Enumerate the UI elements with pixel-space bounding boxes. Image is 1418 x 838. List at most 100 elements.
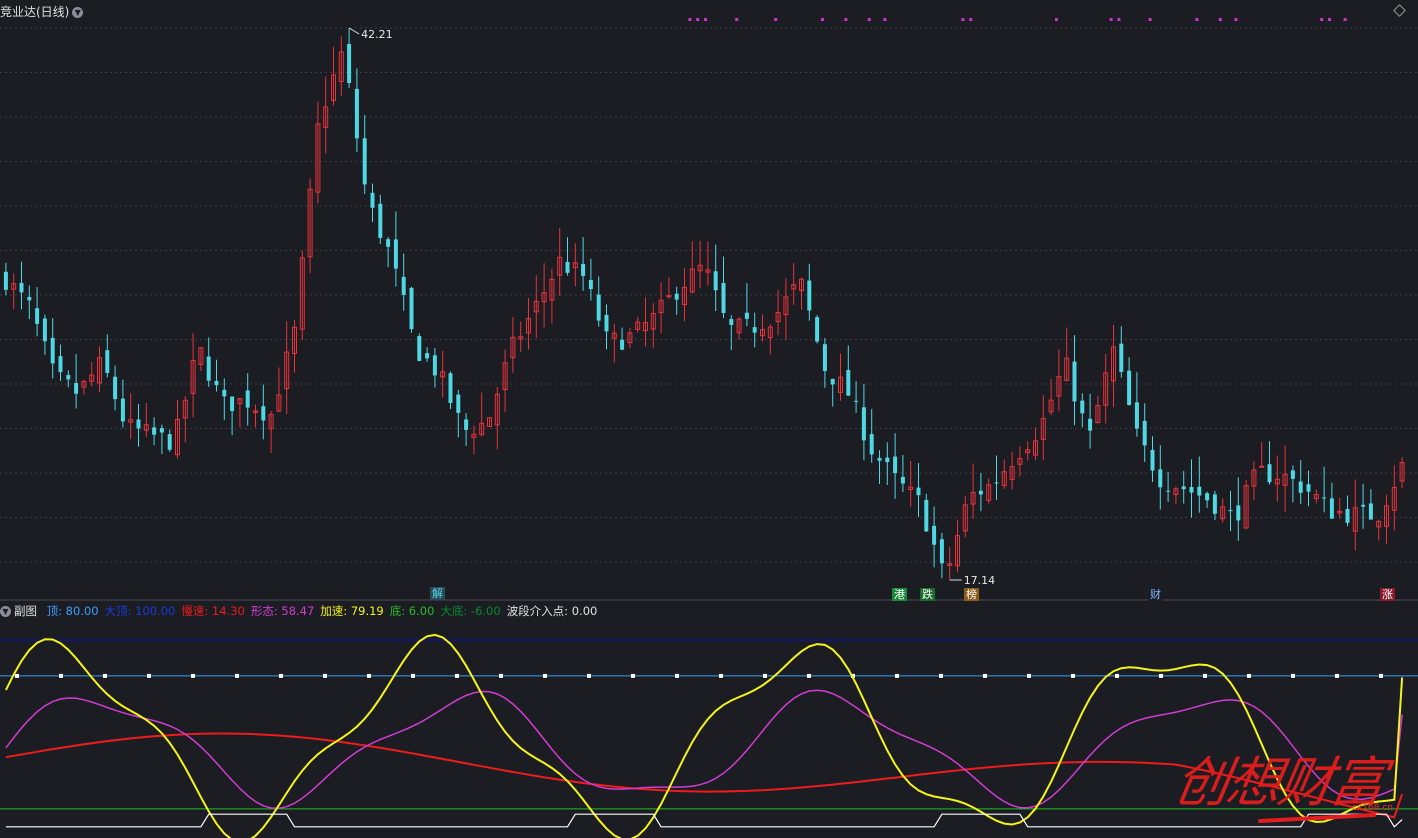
candle-body-down (42, 318, 47, 342)
top-line-dot (411, 673, 415, 678)
candle-body-down (861, 407, 866, 441)
chevron-down-icon[interactable]: ▼ (72, 7, 84, 18)
signal-marker (867, 18, 871, 21)
legend-item: 大顶: 100.00 (104, 604, 176, 618)
candle-body-down (1127, 370, 1132, 405)
event-tag[interactable]: 榜 (964, 588, 979, 601)
candle-body-down (588, 279, 593, 290)
legend-item: 顶: 80.00 (46, 604, 99, 618)
candle-body-down (1205, 493, 1210, 501)
chart-title: 竞业达(日线) (0, 5, 70, 19)
candle-body-down (378, 203, 383, 238)
candle-body-down (1197, 486, 1202, 496)
candle-body-down (1212, 494, 1217, 514)
candle-body-down (362, 138, 367, 185)
candle-body-down (19, 282, 24, 293)
candle-body-down (456, 394, 461, 413)
signal-marker (1117, 18, 1121, 21)
signal-marker (961, 18, 965, 21)
top-line-dot (59, 673, 63, 678)
signal-marker (1055, 18, 1058, 21)
signal-marker (1343, 18, 1347, 21)
event-tag[interactable]: 解 (430, 587, 445, 600)
low-price-label: 17.14 (964, 574, 996, 587)
chart-area[interactable]: 42.21 17.14 竞业达(日线) ▼ ▼ 副图 顶: 80.00 大顶: 100.… (0, 0, 1418, 838)
candle-body-down (1361, 504, 1366, 507)
top-line-dot (191, 673, 195, 678)
event-tag[interactable]: 港 (892, 588, 907, 601)
candle-body-down (66, 375, 71, 380)
candle-body-down (1119, 343, 1124, 372)
candle-body-down (939, 539, 944, 564)
top-line-dot (763, 673, 767, 678)
candle-body-down (729, 319, 734, 325)
top-line-dot (323, 673, 327, 678)
sub-indicator-legend: ▼ 副图 顶: 80.00 大顶: 100.00 慢速: 14.30 形态: 58.47… (0, 603, 599, 619)
top-line-dot (1203, 673, 1207, 678)
candle-body-down (261, 406, 266, 421)
legend-item: 波段介入点: 0.00 (506, 604, 598, 618)
candle-body-down (1142, 420, 1147, 446)
candle-body-down (822, 344, 827, 371)
top-line-dot (1379, 673, 1383, 678)
candle-body-down (136, 419, 141, 429)
top-line-dot (1027, 673, 1031, 678)
candle-body-down (885, 457, 890, 463)
candle-body-down (386, 239, 391, 247)
signal-marker (735, 18, 739, 21)
candle-body-down (893, 456, 898, 474)
candle-body-down (230, 396, 235, 412)
candle-body-down (354, 88, 359, 139)
candle-body-down (370, 192, 375, 208)
candle-body-down (1181, 486, 1186, 490)
signal-marker (1148, 18, 1152, 21)
candle-body-down (869, 434, 874, 455)
candle-body-down (1134, 402, 1139, 429)
top-line-dot (675, 673, 679, 678)
top-line-dot (499, 673, 503, 678)
high-price-label: 42.21 (361, 28, 393, 41)
signal-marker (696, 18, 700, 21)
candle-body-down (1150, 449, 1155, 471)
chart-title-bar: 竞业达(日线) ▼ (0, 3, 84, 20)
top-line-dot (543, 673, 547, 678)
candle-body-down (35, 308, 40, 324)
candle-body-down (425, 353, 430, 359)
candle-body-down (152, 427, 157, 435)
candle-body-down (206, 356, 211, 381)
candle-body-down (565, 261, 570, 273)
candle-body-down (1322, 497, 1327, 499)
candle-body-down (464, 419, 469, 430)
signal-marker (1328, 18, 1331, 21)
candle-body-up (666, 295, 672, 298)
price-chart[interactable]: 42.21 17.14 (0, 0, 1418, 838)
candle-body-down (1072, 361, 1077, 402)
candle-body-down (1290, 470, 1295, 479)
legend-item: 形态: 58.47 (250, 604, 315, 618)
candle-body-down (900, 476, 905, 484)
candle-body-down (1306, 484, 1311, 492)
candle-body-down (167, 434, 172, 450)
event-tag[interactable]: 财 (1148, 588, 1163, 601)
top-line-dot (1071, 673, 1075, 678)
event-tag[interactable]: 跌 (920, 588, 935, 601)
top-line-dot (235, 673, 239, 678)
legend-item: 大底: -6.00 (440, 604, 501, 618)
candle-body-down (347, 44, 352, 83)
candle-body-down (1088, 418, 1093, 431)
signal-marker (821, 18, 824, 21)
candle-body-down (1189, 487, 1194, 493)
candle-body-down (830, 378, 835, 385)
chevron-down-icon[interactable]: ▼ (0, 606, 11, 617)
candle-body-down (581, 263, 586, 276)
top-line-dot (279, 673, 283, 678)
candle-body-down (1368, 503, 1373, 520)
candle-body-down (596, 294, 601, 321)
top-line-dot (1335, 673, 1339, 678)
top-line-dot (807, 673, 811, 678)
event-tag[interactable]: 涨 (1380, 588, 1395, 601)
candle-body-down (846, 370, 851, 396)
legend-item: 慢速: 14.30 (181, 604, 245, 618)
top-line-dot (1291, 673, 1295, 678)
candle-body-down (393, 239, 398, 269)
